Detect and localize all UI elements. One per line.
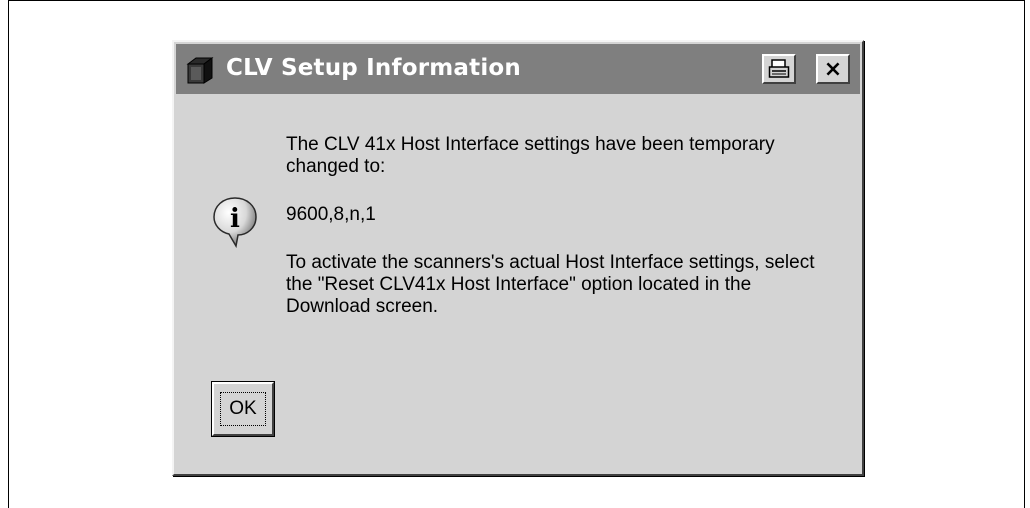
print-button[interactable] — [762, 54, 796, 84]
title-bar[interactable]: CLV Setup Information × — [176, 44, 860, 94]
svg-text:i: i — [230, 204, 240, 234]
focus-rectangle — [220, 392, 266, 426]
close-button[interactable]: × — [816, 54, 850, 84]
message-text-1: The CLV 41x Host Interface settings have… — [286, 134, 775, 177]
info-icon: i — [213, 197, 257, 248]
message-text-2: To activate the scanners's actual Host I… — [286, 252, 815, 317]
ok-button[interactable]: OK — [211, 381, 275, 437]
setting-value: 9600,8,n,1 — [286, 204, 376, 225]
close-icon: × — [823, 56, 843, 82]
dialog-title: CLV Setup Information — [226, 55, 522, 81]
setup-info-dialog: CLV Setup Information × i The CLV 41x Ho… — [172, 40, 864, 476]
app-icon — [186, 57, 214, 84]
print-icon — [768, 59, 790, 78]
